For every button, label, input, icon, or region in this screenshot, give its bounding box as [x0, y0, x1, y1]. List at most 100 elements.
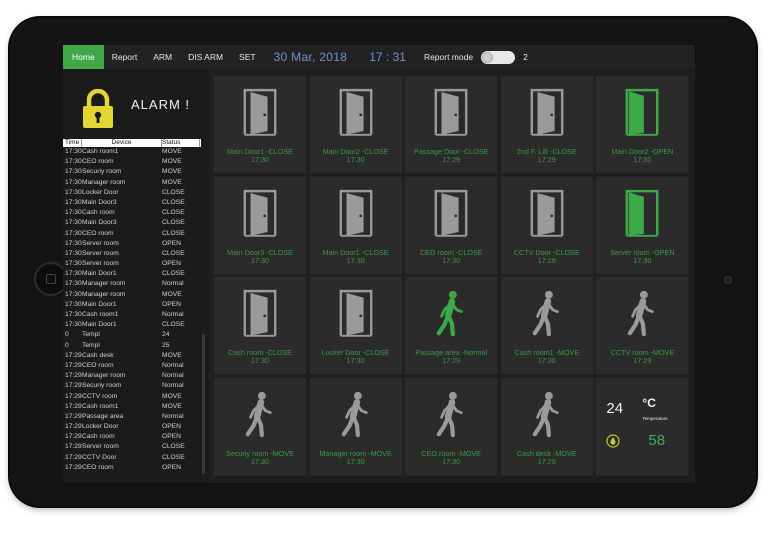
sensor-tile[interactable]: Main Door3 -CLOSE 17:30	[213, 175, 307, 275]
log-status: Normal	[162, 382, 184, 390]
log-row[interactable]: 17:29 CCTV room MOVE	[63, 392, 201, 402]
log-time: 17:29	[65, 423, 82, 431]
log-time: 17:29	[65, 453, 82, 461]
event-log: Time Device Status 17:30 Cash room1 MOVE 17…	[63, 139, 201, 473]
log-time: 17:29	[65, 412, 82, 420]
log-time: 17:30	[65, 148, 82, 155]
top-nav-bar: Home Report ARM DIS ARM SET 30 Mar, 2018…	[63, 45, 695, 69]
log-row[interactable]: 17:29 CCTV Door CLOSE	[63, 453, 201, 463]
nav-disarm[interactable]: DIS ARM	[180, 45, 231, 69]
log-row[interactable]: 17:30 Server room CLOSE	[63, 249, 201, 259]
nav-report[interactable]: Report	[104, 45, 146, 69]
log-row[interactable]: 17:29 Cash desk MOVE	[63, 351, 201, 361]
sensor-tile[interactable]: Passage area -Normal 17:29	[404, 276, 499, 375]
log-row[interactable]: 17:30 Cash room1 MOVE	[63, 147, 201, 157]
door-closed-icon	[243, 88, 277, 136]
log-row[interactable]: 17:30 Manager room MOVE	[63, 290, 201, 300]
sensor-tile[interactable]: Passage Door -CLOSE 17:29	[404, 75, 499, 174]
log-row[interactable]: 17:30 Main Door3 CLOSE	[63, 218, 201, 228]
log-status: Normal	[162, 311, 184, 318]
nav-set[interactable]: SET	[231, 45, 264, 69]
log-status: MOVE	[162, 402, 182, 410]
log-status: 24	[162, 331, 170, 339]
sensor-tile[interactable]: Server room -OPEN 17:30	[595, 175, 690, 275]
log-time: 17:30	[65, 249, 82, 257]
log-time: 17:30	[65, 188, 82, 196]
log-status: MOVE	[162, 148, 182, 155]
sensor-tile[interactable]: CEO room -CLOSE 17:30	[404, 175, 499, 275]
log-row[interactable]: 17:30 Cash room1 Normal	[63, 310, 201, 320]
sensor-tile[interactable]: CEO room -MOVE 17:30	[404, 376, 499, 476]
padlock-icon	[83, 89, 113, 128]
log-row[interactable]: 17:30 Securiy room MOVE	[63, 167, 201, 177]
log-device: Locker Door	[82, 423, 119, 431]
sensor-tile[interactable]: CCTV Door -CLOSE 17:29	[499, 175, 594, 275]
sensor-tile[interactable]: Securiy room -MOVE 17:30	[213, 376, 307, 476]
sensor-tile[interactable]: Locker Door -CLOSE 17:30	[308, 276, 403, 375]
log-row[interactable]: 17:30 Cash room CLOSE	[63, 208, 201, 218]
log-time: 17:30	[65, 239, 82, 247]
col-time: Time	[63, 139, 82, 147]
log-time: 17:30	[65, 198, 82, 206]
log-time: 17:30	[65, 158, 82, 166]
log-device: Manager room	[82, 372, 126, 380]
sensor-tile[interactable]: Manager room -MOVE 17:30	[308, 376, 403, 476]
nav-home[interactable]: Home	[63, 45, 104, 69]
sensor-tile[interactable]: Main Door1 -CLOSE 17:30	[213, 75, 307, 174]
log-row[interactable]: 17:29 Cash room1 MOVE	[63, 402, 201, 412]
nav-arm[interactable]: ARM	[145, 45, 180, 69]
event-log-header: Time Device Status	[63, 139, 201, 147]
log-row[interactable]: 17:30 Server room OPEN	[63, 259, 201, 269]
report-mode-value: 2	[523, 52, 528, 62]
log-row[interactable]: 17:29 CEO room Normal	[63, 361, 201, 371]
log-device: Cash room1	[82, 311, 119, 318]
log-row[interactable]: 17:30 Main Door1 CLOSE	[63, 269, 201, 279]
log-row[interactable]: 17:29 Passage area Normal	[63, 412, 201, 422]
sensor-time: 17:30	[442, 457, 461, 466]
sensor-label: Passage area -Normal	[415, 349, 488, 357]
log-row[interactable]: 17:30 Manager room MOVE	[63, 178, 201, 188]
log-device: CCTV room	[82, 392, 118, 400]
log-time: 0	[65, 341, 69, 349]
log-device: Securiy room	[82, 382, 122, 390]
home-square-icon	[46, 274, 56, 284]
log-device: CCTV Door	[82, 453, 117, 461]
log-row[interactable]: 17:29 CEO room OPEN	[63, 463, 201, 473]
sensor-tile[interactable]: Main Door2 -OPEN 17:30	[595, 75, 690, 174]
log-row[interactable]: 0 Templ 25	[63, 341, 201, 351]
sensor-tile[interactable]: CCTV room -MOVE 17:29	[595, 276, 690, 375]
report-mode-toggle[interactable]	[481, 50, 516, 64]
log-row[interactable]: 17:30 Main Door1 CLOSE	[63, 320, 201, 330]
log-time: 17:30	[65, 311, 82, 318]
sensor-time: 17:30	[633, 156, 652, 164]
log-row[interactable]: 0 Templ 24	[63, 330, 201, 340]
log-row[interactable]: 17:30 Locker Door CLOSE	[63, 188, 201, 198]
sensor-tile[interactable]: Main Door1 -CLOSE 17:30	[308, 175, 403, 275]
log-time: 17:29	[65, 463, 82, 471]
sensor-tile[interactable]: Main Door2 -CLOSE 17:30	[308, 75, 403, 174]
log-row[interactable]: 17:30 CEO room CLOSE	[63, 229, 201, 239]
sensor-tile[interactable]: Cash room1 -MOVE 17:30	[499, 276, 594, 375]
sensor-tile[interactable]: Cash room -CLOSE 17:30	[213, 276, 307, 375]
log-row[interactable]: 17:29 Securiy room Normal	[63, 381, 201, 391]
sensor-tile[interactable]: Cash desk -MOVE 17:29	[499, 376, 594, 476]
log-scrollbar[interactable]	[202, 334, 205, 474]
log-row[interactable]: 17:29 Cash room OPEN	[63, 432, 201, 442]
sensor-time: 17:30	[633, 256, 652, 265]
col-device: Device	[82, 139, 162, 147]
log-row[interactable]: 17:30 Server room OPEN	[63, 239, 201, 249]
log-status: 25	[162, 341, 170, 349]
log-device: Main Door3	[82, 219, 117, 227]
log-row[interactable]: 17:30 Main Door3 CLOSE	[63, 198, 201, 208]
log-device: Securiy room	[82, 168, 122, 176]
log-row[interactable]: 17:30 CEO room MOVE	[63, 157, 201, 167]
log-row[interactable]: 17:29 Server room CLOSE	[63, 442, 201, 452]
log-row[interactable]: 17:30 Main Door1 OPEN	[63, 300, 201, 310]
walking-person-icon	[436, 391, 463, 437]
temperature-caption: Temperature	[642, 415, 668, 421]
log-row[interactable]: 17:29 Manager room Normal	[63, 371, 201, 381]
log-row[interactable]: 17:30 Manager room Normal	[63, 279, 201, 289]
toggle-knob	[482, 51, 494, 63]
log-row[interactable]: 17:29 Locker Door OPEN	[63, 422, 201, 432]
sensor-tile[interactable]: 2nd F. Lift -CLOSE 17:29	[499, 75, 594, 174]
